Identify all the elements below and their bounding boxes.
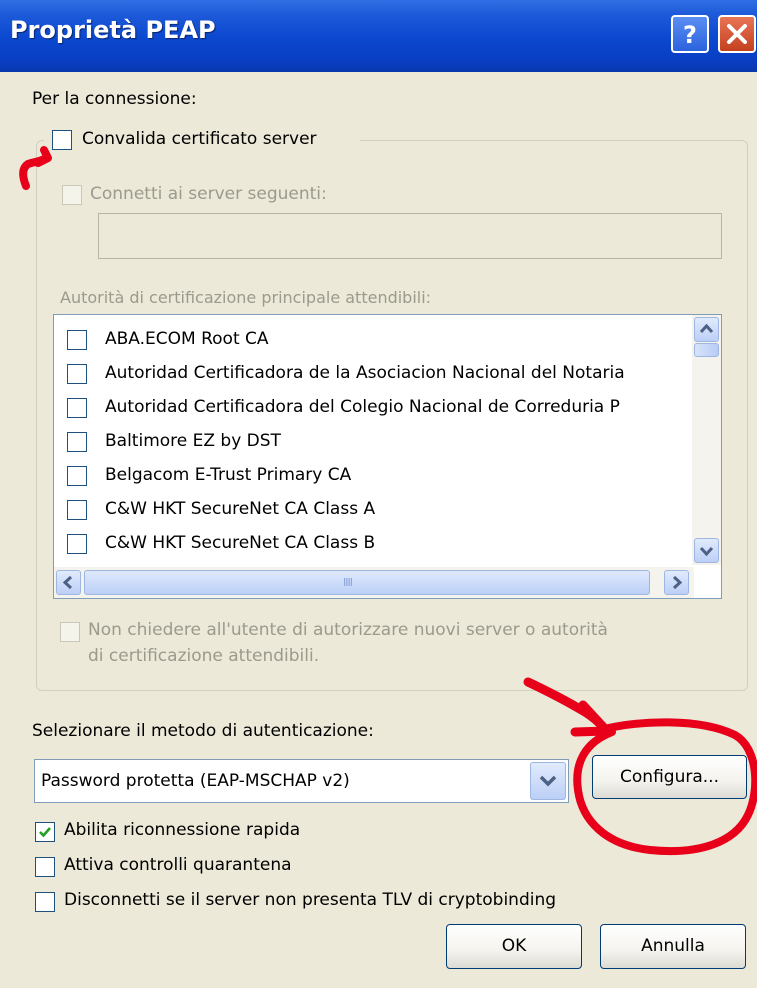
server-names-field[interactable] [98, 213, 722, 259]
configure-button[interactable]: Configura... [592, 755, 747, 799]
no-prompt-label-line2[interactable]: di certificazione attendibili. [88, 646, 319, 666]
help-button[interactable]: ? [671, 15, 709, 53]
no-prompt-checkbox[interactable] [60, 622, 80, 642]
vertical-scroll-thumb[interactable] [694, 343, 719, 357]
ca-checkbox[interactable] [67, 534, 87, 554]
fast-reconnect-label[interactable]: Abilita riconnessione rapida [64, 820, 300, 840]
svg-text:?: ? [683, 21, 697, 49]
horizontal-scroll-thumb[interactable]: IIII [84, 570, 650, 595]
auth-method-label: Selezionare il metodo di autenticazione: [32, 721, 374, 741]
ca-name: C&W HKT SecureNet CA Class A [105, 499, 376, 519]
scroll-grip: IIII [343, 576, 353, 589]
auth-method-value: Password protetta (EAP-MSCHAP v2) [41, 771, 350, 791]
help-icon: ? [683, 21, 697, 49]
ok-button[interactable]: OK [446, 924, 582, 969]
ca-name: C&W HKT SecureNet CA Class B [105, 533, 376, 553]
chevron-down-icon [539, 775, 557, 787]
connection-heading: Per la connessione: [32, 89, 197, 109]
ca-checkbox[interactable] [67, 500, 87, 520]
ca-checkbox[interactable] [67, 330, 87, 350]
quarantine-label[interactable]: Attiva controlli quarantena [64, 855, 292, 875]
ca-name: Belgacom E-Trust Primary CA [105, 465, 352, 485]
ca-name: Autoridad Certificadora del Colegio Naci… [105, 397, 620, 417]
cancel-button-label: Annulla [641, 936, 705, 956]
chevron-up-icon [699, 323, 714, 334]
horizontal-scrollbar[interactable]: IIII [54, 567, 694, 598]
validate-certificate-checkbox[interactable] [52, 130, 72, 150]
cryptobinding-checkbox[interactable] [35, 892, 55, 912]
checkmark-icon [39, 827, 51, 838]
list-item[interactable]: Belgacom E-Trust Primary CA [54, 459, 694, 493]
close-button[interactable] [718, 15, 756, 53]
ca-checkbox[interactable] [67, 364, 87, 384]
validate-certificate-label[interactable]: Convalida certificato server [82, 129, 317, 149]
scroll-down-button[interactable] [694, 538, 719, 563]
chevron-left-icon [62, 575, 73, 590]
chevron-down-icon [699, 546, 714, 557]
trusted-ca-list[interactable]: ABA.ECOM Root CA Autoridad Certificadora… [53, 314, 722, 599]
close-icon [727, 24, 747, 44]
ca-checkbox[interactable] [67, 432, 87, 452]
trusted-cas-label: Autorità di certificazione principale at… [60, 288, 432, 307]
list-item[interactable]: C&W HKT SecureNet CA Class A [54, 493, 694, 527]
title-bar[interactable]: Proprietà PEAP ? [0, 0, 757, 72]
dropdown-button[interactable] [530, 762, 566, 800]
vertical-scrollbar[interactable] [692, 315, 721, 565]
ca-name: Autoridad Certificadora de la Asociacion… [105, 363, 625, 383]
ca-checkbox[interactable] [67, 398, 87, 418]
ca-name: ABA.ECOM Root CA [105, 329, 269, 349]
connect-servers-label[interactable]: Connetti ai server seguenti: [90, 184, 327, 204]
list-item[interactable]: Autoridad Certificadora de la Asociacion… [54, 357, 694, 391]
cancel-button[interactable]: Annulla [600, 924, 746, 969]
no-prompt-label-line1[interactable]: Non chiedere all'utente di autorizzare n… [88, 620, 608, 640]
cryptobinding-label[interactable]: Disconnetti se il server non presenta TL… [64, 890, 556, 910]
chevron-right-icon [672, 575, 683, 590]
quarantine-checkbox[interactable] [35, 857, 55, 877]
ok-button-label: OK [501, 936, 527, 956]
scroll-right-button[interactable] [664, 570, 689, 595]
connect-servers-checkbox[interactable] [62, 185, 82, 205]
list-item[interactable]: Autoridad Certificadora del Colegio Naci… [54, 391, 694, 425]
list-item[interactable]: ABA.ECOM Root CA [54, 323, 694, 357]
configure-button-label: Configura... [620, 767, 719, 787]
scroll-left-button[interactable] [56, 570, 81, 595]
ca-checkbox[interactable] [67, 466, 87, 486]
list-item[interactable]: C&W HKT SecureNet CA Class B [54, 527, 694, 561]
list-item[interactable]: Baltimore EZ by DST [54, 425, 694, 459]
scroll-up-button[interactable] [694, 317, 719, 342]
ca-name: Baltimore EZ by DST [105, 431, 281, 451]
auth-method-select[interactable]: Password protetta (EAP-MSCHAP v2) [34, 759, 569, 803]
window-title: Proprietà PEAP [10, 16, 216, 44]
fast-reconnect-checkbox[interactable] [35, 822, 55, 842]
